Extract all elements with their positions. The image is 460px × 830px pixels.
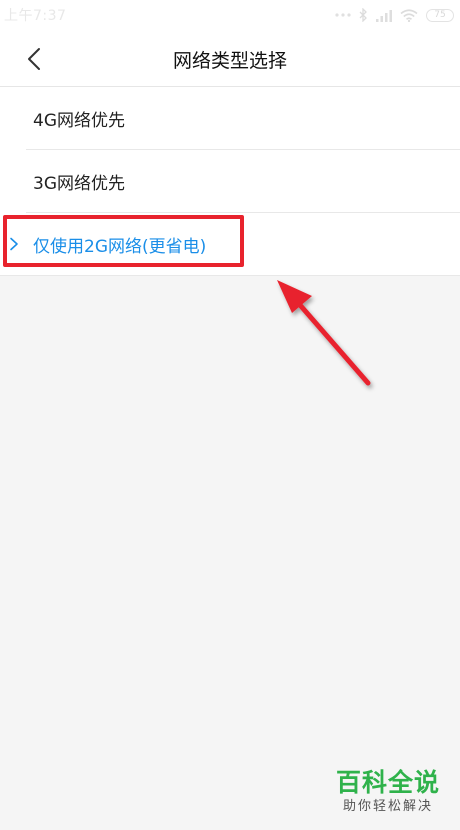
- battery-icon: 75: [426, 8, 454, 22]
- option-2g-only[interactable]: 仅使用2G网络(更省电): [0, 213, 460, 275]
- chevron-right-icon: [10, 237, 18, 251]
- watermark-title: 百科全说: [335, 768, 440, 797]
- option-3g-preferred[interactable]: 3G网络优先: [0, 150, 460, 212]
- bluetooth-icon: [359, 8, 367, 22]
- wifi-icon: [400, 8, 418, 22]
- signal-icon: [376, 9, 392, 22]
- option-label: 3G网络优先: [33, 173, 125, 194]
- status-icons: 75: [335, 6, 454, 24]
- more-dots-icon: [335, 13, 351, 17]
- option-4g-preferred[interactable]: 4G网络优先: [0, 87, 460, 149]
- watermark-logo: 百科全说 助你轻松解决: [330, 768, 446, 824]
- option-label: 仅使用2G网络(更省电): [33, 236, 207, 257]
- status-time: 上午7:37: [4, 8, 67, 24]
- watermark-subtitle: 助你轻松解决: [342, 799, 433, 814]
- page-title: 网络类型选择: [172, 50, 287, 72]
- status-bar: 上午7:37 75: [0, 0, 460, 30]
- header: 网络类型选择: [0, 30, 460, 87]
- divider: [0, 275, 460, 276]
- network-type-list: 4G网络优先 3G网络优先 仅使用2G网络(更省电): [0, 87, 460, 276]
- battery-level: 75: [434, 10, 446, 20]
- option-label: 4G网络优先: [33, 110, 125, 131]
